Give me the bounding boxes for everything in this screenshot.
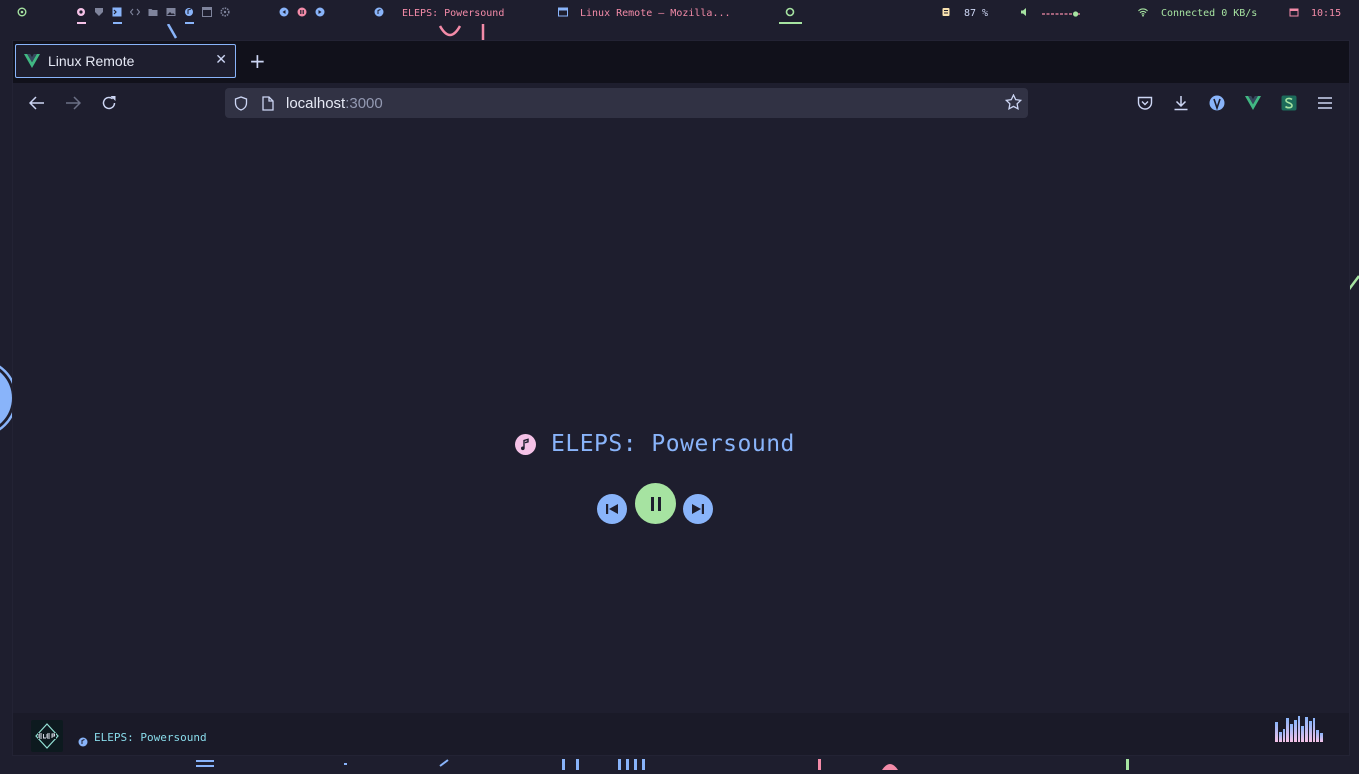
wifi-icon: [1138, 7, 1148, 17]
tab-strip: Linux Remote ✕ +: [13, 41, 1349, 83]
firefox-icon[interactable]: [76, 7, 86, 17]
album-art: [31, 720, 63, 752]
back-button[interactable]: [27, 95, 47, 111]
tab-linux-remote[interactable]: Linux Remote ✕: [15, 44, 236, 78]
player-statusbar: ELEPS: Powersound: [13, 713, 1349, 755]
music-note-icon: [515, 433, 536, 455]
music-note-icon: [374, 7, 384, 17]
extension-icon[interactable]: [1207, 95, 1227, 111]
page-content: ELEPS: Powersound: [13, 123, 1349, 713]
code-icon[interactable]: [130, 7, 140, 17]
window-icon[interactable]: [202, 7, 212, 17]
power-icon[interactable]: [17, 7, 27, 17]
reload-button[interactable]: [99, 95, 119, 111]
menu-icon[interactable]: [1315, 95, 1335, 111]
play-pause-button[interactable]: [635, 483, 676, 524]
terminal-icon[interactable]: [112, 7, 122, 17]
media-title[interactable]: ELEPS: Powersound: [402, 8, 504, 19]
shield-icon[interactable]: [94, 7, 104, 17]
next-track-icon[interactable]: [315, 7, 325, 17]
vue-logo-icon: [24, 54, 40, 68]
url-host: localhost: [286, 95, 346, 112]
now-playing: ELEPS: Powersound: [515, 431, 795, 457]
next-button[interactable]: [683, 494, 713, 524]
shield-icon[interactable]: [234, 96, 248, 116]
pause-icon[interactable]: [297, 7, 307, 17]
brightness-value: 87 %: [964, 8, 989, 19]
url-port: :3000: [345, 95, 383, 112]
skip-next-icon: [691, 503, 705, 515]
network-status: Connected 0 KB/s: [1161, 8, 1258, 19]
skip-previous-icon: [605, 503, 619, 515]
previous-button[interactable]: [597, 494, 627, 524]
clock: 10:15: [1311, 8, 1342, 19]
calendar-icon: [1289, 7, 1299, 17]
focused-window-title[interactable]: Linux Remote — Mozilla...: [580, 8, 731, 19]
music-note-icon: [78, 732, 88, 751]
page-icon: [262, 96, 274, 116]
bookmark-star-icon[interactable]: [1004, 93, 1023, 116]
address-bar[interactable]: localhost:3000: [225, 88, 1028, 118]
audio-visualizer: [1275, 716, 1323, 742]
forward-button[interactable]: [63, 95, 83, 111]
vue-devtools-icon[interactable]: [1243, 95, 1263, 111]
folder-icon[interactable]: [148, 7, 158, 17]
system-bar: ELEPS: Powersound Linux Remote — Mozilla…: [0, 0, 1359, 28]
tab-title: Linux Remote: [48, 53, 135, 69]
nav-toolbar: localhost:3000: [13, 83, 1349, 123]
new-tab-button[interactable]: +: [249, 51, 266, 71]
image-icon[interactable]: [166, 7, 176, 17]
volume-icon[interactable]: [1020, 7, 1030, 17]
wallpaper-fragment: [190, 755, 1150, 774]
window-title-icon: [558, 7, 568, 17]
downloads-icon[interactable]: [1171, 95, 1191, 111]
volume-slider[interactable]: [1042, 9, 1084, 19]
music-icon[interactable]: [184, 7, 194, 17]
close-tab-icon[interactable]: ✕: [215, 52, 227, 68]
refresh-icon[interactable]: [785, 7, 795, 17]
gear-icon[interactable]: [220, 7, 230, 17]
stylus-extension-icon[interactable]: [1279, 95, 1299, 111]
browser-window: Linux Remote ✕ + localhost:3000 ELEPS: P…: [12, 40, 1350, 756]
status-song-title: ELEPS: Powersound: [94, 731, 207, 744]
brightness-icon: [941, 7, 951, 17]
pause-icon: [650, 496, 662, 512]
pocket-icon[interactable]: [1135, 95, 1155, 111]
track-title: ELEPS: Powersound: [551, 431, 795, 457]
previous-track-icon[interactable]: [279, 7, 289, 17]
